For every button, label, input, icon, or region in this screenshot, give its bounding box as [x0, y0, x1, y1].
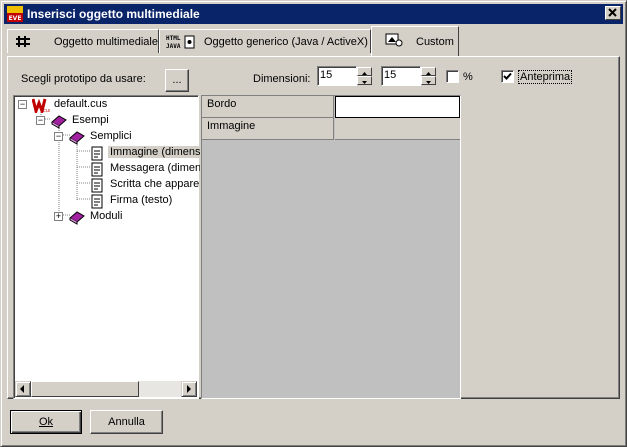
- expand-icon[interactable]: +: [54, 212, 63, 221]
- picture-icon: [385, 33, 403, 47]
- tree-item-messagera[interactable]: Messagera (dimensioni: [90, 161, 200, 177]
- tree-item-firma[interactable]: Firma (testo): [90, 193, 200, 209]
- svg-text:HTML: HTML: [166, 35, 181, 42]
- book-icon: [69, 211, 85, 225]
- toolbar-icon: [16, 36, 30, 47]
- document-icon: [91, 146, 103, 161]
- spin-up-button[interactable]: [357, 67, 372, 76]
- property-value-bordo[interactable]: [335, 96, 460, 118]
- height-spinner[interactable]: [421, 67, 436, 85]
- property-grid[interactable]: Bordo Immagine: [201, 95, 461, 399]
- title-bar[interactable]: EVE Inserisci oggetto multimediale: [4, 4, 623, 24]
- app-icon: EVE: [7, 6, 23, 22]
- width-spinner[interactable]: [357, 67, 372, 85]
- tree-label: Immagine (dimensioni: [108, 146, 200, 158]
- book-icon: [69, 131, 85, 145]
- percent-label: %: [463, 71, 473, 83]
- tree-label: Moduli: [90, 210, 123, 222]
- ok-button[interactable]: Ok: [10, 410, 82, 434]
- scroll-right-button[interactable]: [181, 381, 197, 397]
- property-value-immagine[interactable]: [335, 118, 460, 140]
- prototype-label: Scegli prototipo da usare:: [21, 73, 146, 85]
- preview-label: Anteprima: [518, 70, 573, 84]
- document-icon: [91, 178, 103, 193]
- tab-label: Custom: [416, 36, 454, 48]
- window-title: Inserisci oggetto multimediale: [27, 7, 200, 21]
- spin-down-button[interactable]: [357, 76, 372, 85]
- arrow-left-icon: [20, 385, 24, 393]
- tab-custom[interactable]: Custom: [371, 26, 459, 56]
- eve-icon: cus: [32, 98, 50, 113]
- spin-down-button[interactable]: [421, 76, 436, 85]
- tab-label: Oggetto multimediale: [54, 36, 158, 48]
- document-icon: [91, 162, 103, 177]
- tree-label: Esempi: [72, 114, 109, 126]
- arrow-down-icon: [426, 81, 431, 84]
- tab-label: Oggetto generico (Java / ActiveX): [204, 36, 368, 48]
- tree-label: Semplici: [90, 130, 132, 142]
- tree-label: Scritta che appare: [110, 178, 200, 190]
- cancel-label: Annulla: [108, 416, 145, 428]
- percent-checkbox[interactable]: [446, 70, 459, 83]
- width-input[interactable]: 15: [317, 66, 357, 86]
- preview-checkbox[interactable]: [501, 70, 514, 83]
- horizontal-scrollbar[interactable]: [15, 381, 197, 397]
- collapse-icon[interactable]: −: [36, 116, 45, 125]
- tab-multimedia-object[interactable]: Oggetto multimediale: [7, 29, 159, 53]
- ok-label: Ok: [38, 416, 54, 428]
- tree-label: Firma (testo): [110, 194, 173, 206]
- height-input[interactable]: 15: [381, 66, 421, 86]
- dimensions-label: Dimensioni:: [253, 73, 311, 85]
- cancel-button[interactable]: Annulla: [90, 410, 163, 434]
- tree-label: default.cus: [54, 98, 108, 110]
- browse-prototype-button[interactable]: ...: [165, 69, 189, 92]
- tree-item-immagine[interactable]: Immagine (dimensioni: [90, 145, 200, 161]
- checkmark-icon: [503, 72, 512, 80]
- svg-text:cus: cus: [43, 108, 50, 113]
- prototype-tree[interactable]: − cus default.cus − Esempi − Semplici: [13, 95, 200, 399]
- svg-text:EVE: EVE: [9, 15, 22, 22]
- collapse-icon[interactable]: −: [54, 132, 63, 141]
- document-icon: [91, 194, 103, 209]
- tree-item-scritta[interactable]: Scritta che appare: [90, 177, 200, 193]
- tab-generic-object[interactable]: HTML JAVA Oggetto generico (Java / Activ…: [159, 29, 371, 53]
- collapse-icon[interactable]: −: [18, 100, 27, 109]
- tree-label: Messagera (dimensioni: [110, 162, 200, 174]
- spin-up-button[interactable]: [421, 67, 436, 76]
- arrow-down-icon: [362, 81, 367, 84]
- close-button[interactable]: [605, 6, 621, 20]
- scroll-thumb[interactable]: [31, 381, 139, 397]
- scroll-left-button[interactable]: [15, 381, 31, 397]
- arrow-right-icon: [187, 385, 191, 393]
- book-icon: [51, 115, 67, 129]
- close-icon: [608, 8, 617, 17]
- property-name-bordo: Bordo: [202, 96, 334, 118]
- property-name-immagine: Immagine: [202, 118, 334, 140]
- html-java-icon: HTML JAVA: [166, 35, 195, 50]
- svg-text:JAVA: JAVA: [166, 43, 181, 50]
- dialog-window: EVE Inserisci oggetto multimediale Ogget…: [0, 0, 627, 447]
